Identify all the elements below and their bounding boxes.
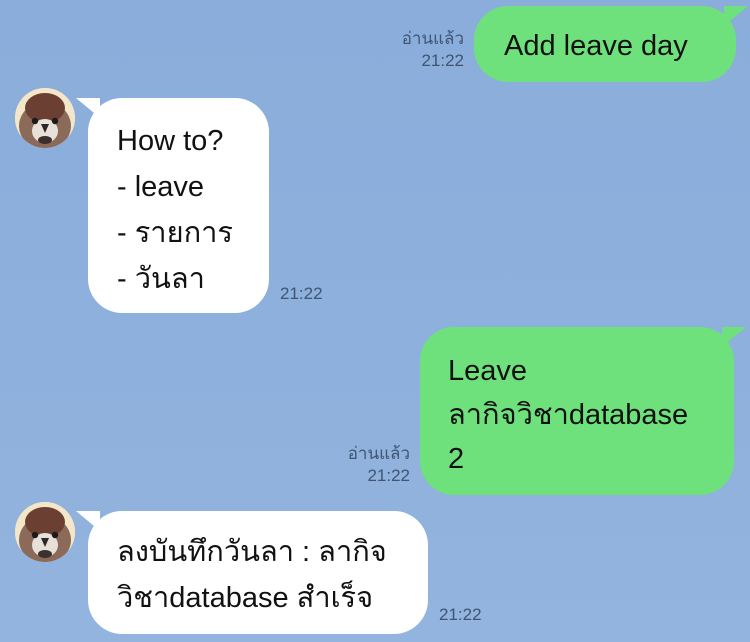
sparrow-avatar-icon [15,88,75,148]
message-meta: อ่านแล้ว 21:22 [318,443,410,487]
message-time: 21:22 [439,605,482,624]
message-time: 21:22 [421,51,464,70]
message-meta: 21:22 [439,604,509,626]
chat-area[interactable]: อ่านแล้ว 21:22 Add leave day How to? - l… [0,0,750,642]
read-status: อ่านแล้ว [401,29,464,48]
message-bubble[interactable]: Leave ลากิจวิชาdatabase 2 [420,327,746,495]
message-text: - วันลา [117,263,205,295]
message-bubble[interactable]: Add leave day [474,6,748,82]
sparrow-avatar-icon [15,502,75,562]
message-text: Leave [448,355,528,387]
message-text: - รายการ [117,217,233,249]
message-text: - leave [117,171,205,203]
read-status: อ่านแล้ว [347,444,410,463]
message-text: ลากิจวิชาdatabase [448,399,689,431]
message-time: 21:22 [367,466,410,485]
sender-avatar[interactable] [15,502,75,562]
message-bubble[interactable]: How to? - leave - รายการ - วันลา [76,98,269,313]
message-time: 21:22 [280,284,323,303]
message-text: ลงบันทึกวันลา : ลากิจ [117,536,387,568]
message-text: How to? [117,125,224,157]
sender-avatar[interactable] [15,88,75,148]
message-meta: 21:22 [280,283,350,305]
message-bubble[interactable]: ลงบันทึกวันลา : ลากิจ วิชาdatabase สำเร็… [76,511,428,634]
message-text: Add leave day [504,30,688,62]
message-meta: อ่านแล้ว 21:22 [372,28,464,72]
message-text: 2 [448,443,465,475]
message-text: วิชาdatabase สำเร็จ [117,582,374,614]
